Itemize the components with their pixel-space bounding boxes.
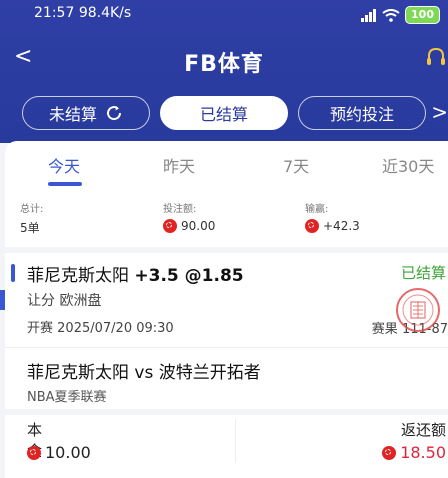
bet-start-time: 开赛 2025/07/20 09:30 (27, 317, 174, 336)
signal-icon (361, 8, 377, 22)
status-badge: 已结算 (400, 264, 446, 282)
start-time: 2025/07/20 09:30 (57, 321, 174, 336)
settlement-filter-bar: 未结算 已结算 预约投注 > (0, 96, 448, 132)
filter-settled-label: 已结算 (199, 105, 248, 124)
win-label: 输赢: (305, 204, 329, 215)
tab-30days[interactable]: 近30天 (382, 153, 434, 177)
status-time-speed: 21:57 98.4K/s (34, 5, 132, 21)
principal-value-group: 10.00 (27, 443, 91, 462)
stake-label: 投注额: (163, 204, 197, 215)
match-league: NBA夏季联赛 (27, 390, 107, 405)
header-background: 21:57 98.4K/s 100 < FB体育 未结算 已结算 预约投注 > (0, 0, 448, 143)
bet-record[interactable]: 菲尼克斯太阳 +3.5 @1.85 已结算 让分 欧洲盘 开赛 2025/07/… (5, 255, 448, 347)
coin-icon (27, 445, 41, 460)
settled-stamp-icon (396, 288, 440, 332)
date-tabs: 今天 昨天 7天 近30天 (5, 141, 448, 187)
match-teams: 菲尼克斯太阳 vs 波特兰开拓者 (27, 363, 261, 383)
wifi-icon (382, 8, 400, 22)
filter-reservation-button[interactable]: 预约投注 (298, 96, 426, 130)
bet-pick: 菲尼克斯太阳 +3.5 @1.85 (27, 261, 244, 286)
coin-icon (305, 219, 319, 233)
battery-icon: 100 (405, 6, 440, 24)
bet-team: 菲尼克斯太阳 (27, 266, 129, 286)
principal-value: 10.00 (45, 443, 91, 462)
stake-value-group: 90.00 (163, 219, 215, 233)
bet-records-panel: 今天 昨天 7天 近30天 总计: 5单 投注额: 90.00 输赢: +42.… (5, 141, 448, 478)
summary-bar: 总计: 5单 投注额: 90.00 输赢: +42.3 (5, 197, 448, 247)
tab-yesterday[interactable]: 昨天 (163, 153, 195, 177)
amount-row: 本金 10.00 返还额 18.50 (5, 415, 448, 478)
total-value: 5单 (20, 221, 40, 235)
chevron-right-icon[interactable]: > (431, 100, 448, 124)
filter-unsettled-label: 未结算 (48, 105, 97, 124)
tab-today[interactable]: 今天 (48, 153, 80, 177)
status-icons: 100 (361, 6, 440, 24)
section-divider (5, 247, 448, 253)
total-label: 总计: (20, 204, 44, 215)
page-title: FB体育 (184, 52, 264, 77)
win-value-group: +42.3 (305, 219, 360, 233)
return-value-group: 18.50 (382, 443, 446, 462)
return-box: 返还额 18.50 (368, 415, 448, 478)
bet-market: 让分 欧洲盘 (27, 293, 102, 309)
return-value: 18.50 (400, 443, 446, 462)
match-info: 菲尼克斯太阳 vs 波特兰开拓者 NBA夏季联赛 (5, 347, 448, 410)
return-label: 返还额 (400, 421, 446, 439)
refresh-icon[interactable] (105, 104, 123, 122)
coin-icon (163, 219, 177, 233)
win-value: +42.3 (323, 219, 360, 233)
nav-bar: < FB体育 (0, 36, 448, 84)
tab-7days[interactable]: 7天 (283, 153, 309, 177)
active-tab-underline (48, 182, 82, 186)
bet-odds: +3.5 @1.85 (134, 266, 244, 286)
filter-settled-button[interactable]: 已结算 (160, 96, 288, 130)
filter-unsettled-button[interactable]: 未结算 (22, 96, 150, 130)
start-label: 开赛 (27, 321, 54, 336)
coin-icon (382, 445, 397, 460)
status-bar: 21:57 98.4K/s 100 (0, 0, 448, 30)
filter-reservation-label: 预约投注 (329, 105, 394, 124)
stake-value: 90.00 (181, 219, 216, 233)
vertical-divider (235, 419, 236, 463)
customer-service-icon[interactable] (426, 46, 446, 72)
bet-marker (11, 264, 15, 282)
score-label: 赛果 (371, 322, 398, 337)
